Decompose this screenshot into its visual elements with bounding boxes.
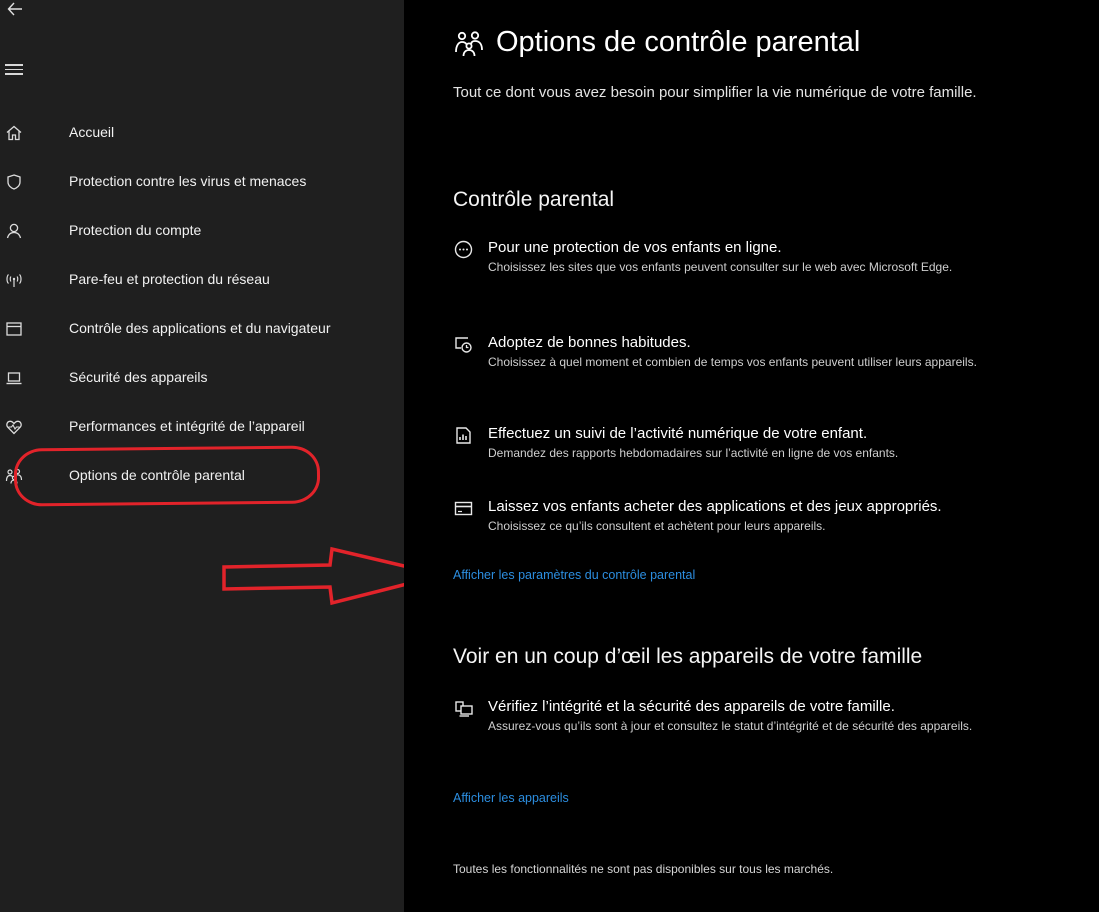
section-title-parental: Contrôle parental [453,188,615,211]
parental-settings-link[interactable]: Afficher les paramètres du contrôle pare… [453,568,695,582]
page-subtitle: Tout ce dont vous avez besoin pour simpl… [453,84,977,101]
shield-icon [4,172,24,192]
main-content: Options de contrôle parental Tout ce don… [404,0,1099,912]
laptop-icon [4,368,24,388]
availability-note: Toutes les fonctionnalités ne sont pas d… [453,862,834,876]
feature-activity-report: Effectuez un suivi de l’activité numériq… [453,424,1073,463]
sidebar-item-device-security[interactable]: Sécurité des appareils [0,358,404,398]
sidebar-item-device-performance[interactable]: Performances et intégrité de l’appareil [0,407,404,447]
feature-purchases: Laissez vos enfants acheter des applicat… [453,497,1073,536]
sidebar-item-label: Contrôle des applications et du navigate… [69,320,331,336]
sidebar-item-label: Accueil [69,124,115,140]
view-devices-link[interactable]: Afficher les appareils [453,791,569,805]
back-arrow-icon[interactable] [6,0,26,24]
sidebar-item-home[interactable]: Accueil [0,113,404,153]
feature-description: Choisissez les sites que vos enfants peu… [488,260,953,274]
page-title: Options de contrôle parental [454,26,860,59]
feature-screen-time: Adoptez de bonnes habitudes. Choisissez … [453,333,1073,372]
heart-pulse-icon [4,417,24,437]
sidebar-item-label: Pare-feu et protection du réseau [69,271,270,287]
screen-timer-icon [453,334,473,354]
feature-title: Laissez vos enfants acheter des applicat… [488,498,942,515]
page-title-text: Options de contrôle parental [496,26,861,58]
feature-title: Vérifiez l’intégrité et la sécurité des … [488,698,895,715]
feature-description: Choisissez ce qu’ils consultent et achèt… [488,519,826,533]
wifi-signal-icon [4,270,24,290]
feature-description: Assurez-vous qu’ils sont à jour et consu… [488,719,973,733]
person-icon [4,221,24,241]
feature-devices-health: Vérifiez l’intégrité et la sécurité des … [453,697,1073,736]
report-icon [453,425,473,445]
feature-title: Adoptez de bonnes habitudes. [488,334,691,351]
feature-description: Choisissez à quel moment et combien de t… [488,355,977,369]
feature-web-protection: Pour une protection de vos enfants en li… [453,238,1073,277]
sidebar-item-label: Sécurité des appareils [69,369,208,385]
sidebar-item-account-protection[interactable]: Protection du compte [0,211,404,251]
globe-dots-icon [453,239,473,259]
sidebar-item-label: Performances et intégrité de l’appareil [69,418,305,434]
sidebar-item-firewall[interactable]: Pare-feu et protection du réseau [0,260,404,300]
feature-description: Demandez des rapports hebdomadaires sur … [488,446,899,460]
sidebar-item-virus-protection[interactable]: Protection contre les virus et menaces [0,162,404,202]
sidebar-item-app-browser-control[interactable]: Contrôle des applications et du navigate… [0,309,404,349]
family-icon [454,28,484,58]
home-icon [4,123,24,143]
section-title-devices: Voir en un coup d’œil les appareils de v… [453,645,923,668]
annotation-highlight-circle [13,445,321,507]
card-icon [453,498,473,518]
hamburger-menu-icon[interactable] [5,64,23,78]
feature-title: Effectuez un suivi de l’activité numériq… [488,425,868,442]
app-window-icon [4,319,24,339]
feature-title: Pour une protection de vos enfants en li… [488,239,782,256]
sidebar: Accueil Protection contre les virus et m… [0,0,404,912]
devices-icon [453,698,473,718]
sidebar-item-label: Protection contre les virus et menaces [69,173,307,189]
sidebar-item-label: Protection du compte [69,222,202,238]
